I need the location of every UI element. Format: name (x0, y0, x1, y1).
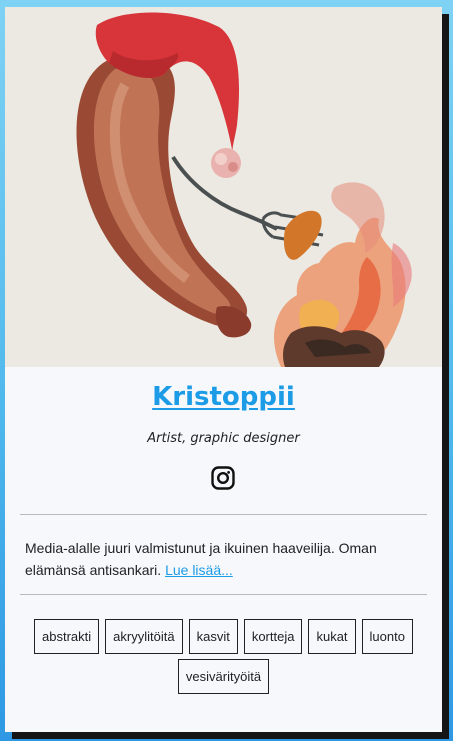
tag-button[interactable]: kukat (308, 619, 356, 654)
tag-button[interactable]: akryylitöitä (105, 619, 183, 654)
tag-list: abstrakti akryylitöitä kasvit kortteja k… (25, 619, 422, 694)
bio-text: Media-alalle juuri valmistunut ja ikuine… (25, 537, 420, 581)
cover-image (5, 7, 442, 367)
tag-button[interactable]: luonto (361, 619, 413, 654)
tag-button[interactable]: vesivärityöitä (177, 659, 270, 694)
divider (20, 514, 427, 515)
profile-name-link[interactable]: Kristoppii (5, 382, 442, 412)
instagram-icon[interactable] (211, 466, 235, 490)
tag-button[interactable]: kortteja (243, 619, 303, 654)
tag-button[interactable]: kasvit (188, 619, 238, 654)
profile-card: Kristoppii Artist, graphic designer Medi… (5, 7, 442, 732)
divider (20, 594, 427, 595)
profile-role: Artist, graphic designer (147, 431, 300, 446)
tag-button[interactable]: abstrakti (34, 619, 100, 654)
read-more-link[interactable]: Lue lisää... (165, 562, 233, 578)
